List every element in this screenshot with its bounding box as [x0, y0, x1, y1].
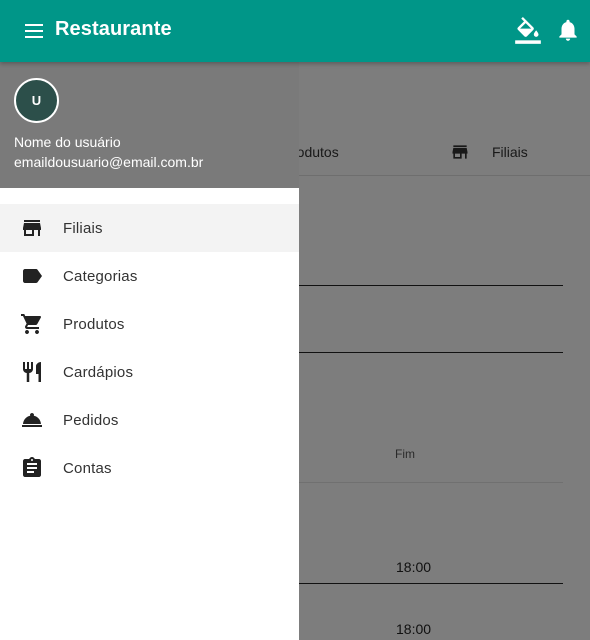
room-service-icon	[20, 408, 44, 432]
nav-item-label: Pedidos	[63, 411, 119, 429]
nav-item-label: Contas	[63, 459, 112, 477]
label-icon	[20, 264, 44, 288]
drawer-header: U Nome do usuário emaildousuario@email.c…	[0, 62, 299, 188]
avatar[interactable]: U	[14, 78, 59, 123]
restaurant-icon	[20, 360, 44, 384]
nav-item-produtos[interactable]: Produtos	[0, 300, 299, 348]
app-bar: Restaurante	[0, 0, 590, 62]
nav-list: Filiais Categorias Produtos Cardápios Pe…	[0, 204, 299, 492]
user-email: emaildousuario@email.com.br	[14, 154, 204, 170]
nav-item-label: Filiais	[63, 219, 103, 237]
nav-item-label: Produtos	[63, 315, 125, 333]
cart-icon	[20, 312, 44, 336]
navigation-drawer: U Nome do usuário emaildousuario@email.c…	[0, 62, 299, 640]
bell-icon[interactable]	[555, 17, 583, 45]
nav-item-label: Cardápios	[63, 363, 134, 381]
store-icon	[20, 216, 44, 240]
user-name: Nome do usuário	[14, 134, 121, 150]
nav-item-contas[interactable]: Contas	[0, 444, 299, 492]
nav-item-filiais[interactable]: Filiais	[0, 204, 299, 252]
nav-item-categorias[interactable]: Categorias	[0, 252, 299, 300]
nav-item-cardapios[interactable]: Cardápios	[0, 348, 299, 396]
app-title: Restaurante	[55, 18, 172, 40]
nav-item-label: Categorias	[63, 267, 138, 285]
paint-bucket-icon[interactable]	[514, 17, 542, 45]
nav-item-pedidos[interactable]: Pedidos	[0, 396, 299, 444]
menu-icon[interactable]	[22, 19, 48, 43]
clipboard-icon	[20, 456, 44, 480]
